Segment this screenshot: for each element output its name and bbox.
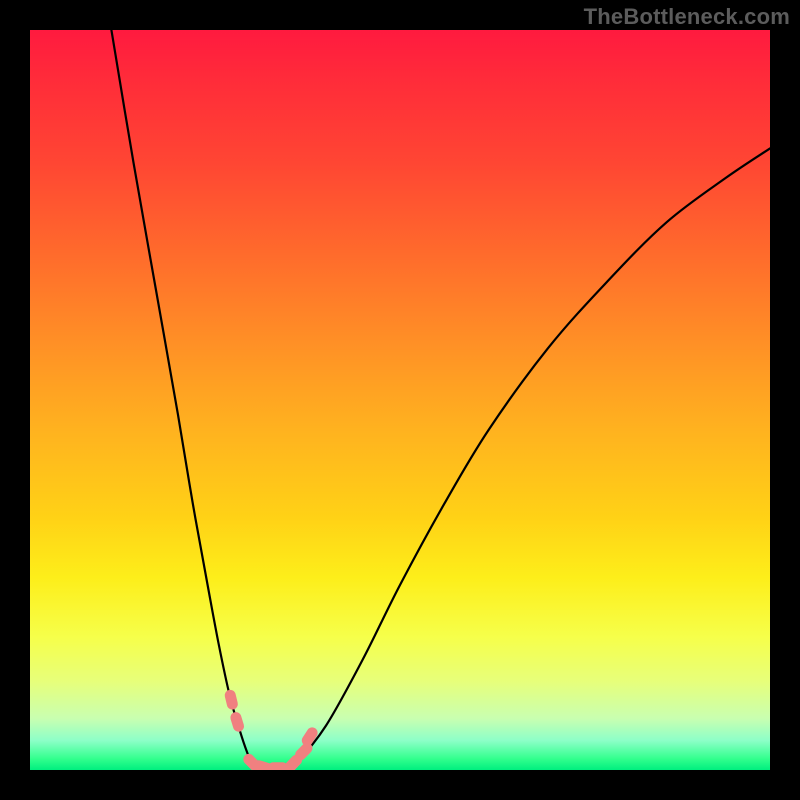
curve-layer — [30, 30, 770, 770]
chart-frame: TheBottleneck.com — [0, 0, 800, 800]
curve-marker — [229, 711, 245, 733]
curve-marker — [300, 725, 320, 748]
marker-group — [224, 689, 320, 770]
watermark-text: TheBottleneck.com — [584, 4, 790, 30]
curve-marker — [224, 689, 239, 711]
plot-area — [30, 30, 770, 770]
bottleneck-curve — [111, 30, 770, 769]
